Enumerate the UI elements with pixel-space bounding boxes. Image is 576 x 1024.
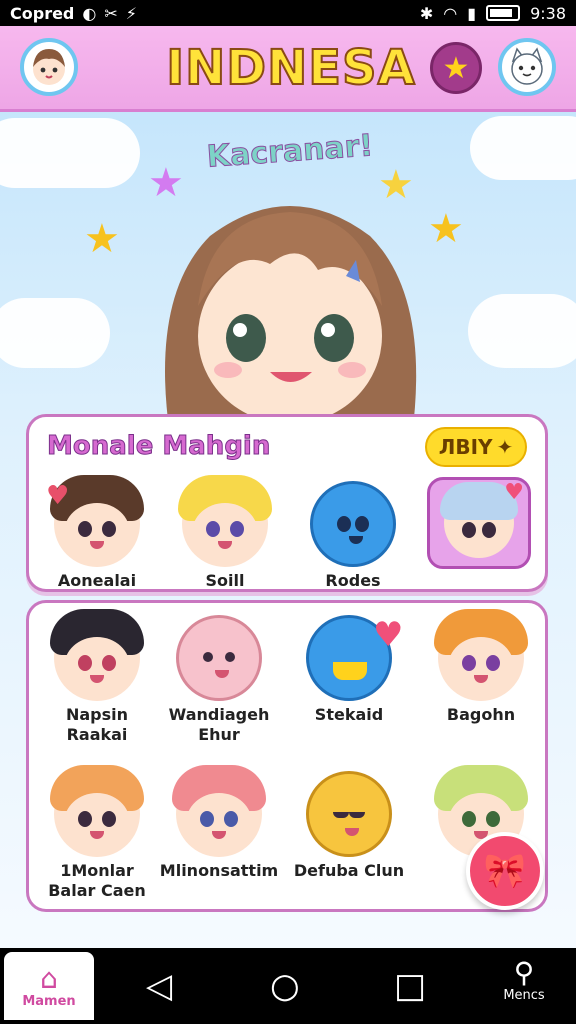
character-card[interactable]: Mlinonsattim <box>159 765 279 881</box>
character-card[interactable]: Soill <box>165 475 285 591</box>
character-card-selected[interactable]: ♥ <box>427 477 531 569</box>
hero-character-illustration <box>165 206 417 436</box>
featured-panel: Monale Mahgin ЛBIY ✦ ♥ Aonealai Soill Ro… <box>26 414 548 592</box>
cloud-decor <box>0 298 110 368</box>
character-card[interactable]: Rodes <box>293 481 413 591</box>
character-avatar <box>172 765 266 857</box>
notification-icon: ◐ <box>82 3 97 23</box>
character-avatar: ♥ <box>46 475 144 567</box>
mute-icon: ✂ <box>104 3 118 23</box>
carrier-label: Copred <box>10 3 75 23</box>
character-name: Wandiageh Ehur <box>168 705 270 744</box>
signal-icon: ▮ <box>467 3 477 23</box>
character-avatar <box>50 765 144 857</box>
character-avatar <box>178 475 272 567</box>
hero-greeting: Kacranar! <box>205 128 375 176</box>
character-name: Bagohn <box>446 705 516 724</box>
featured-title: Monale Mahgin <box>46 431 271 462</box>
star-decor-icon: ★ <box>428 206 464 252</box>
character-name: Soill <box>205 571 245 590</box>
app-screen: INDNESA ★ Kacranar! ★ ★ ★ ★ Monale Mahgi… <box>0 26 576 948</box>
character-avatar <box>434 609 528 701</box>
back-triangle-icon[interactable]: ◁ <box>146 966 172 1006</box>
star-decor-icon: ★ <box>84 216 120 262</box>
bluetooth-icon: ✱ <box>419 3 434 23</box>
menu-tab-label: Mencs <box>503 988 545 1003</box>
character-card[interactable]: Napsin Raakai <box>37 609 157 745</box>
clock: 9:38 <box>530 3 566 23</box>
circle-home-icon[interactable]: ○ <box>270 966 300 1006</box>
app-header: INDNESA ★ <box>0 26 576 112</box>
cloud-decor <box>470 116 576 180</box>
character-card[interactable]: 1Monlar Balar Caen <box>37 765 157 901</box>
home-tab-label: Mamen <box>22 993 76 1009</box>
status-bar: Copred ◐ ✂ ⚡ ✱ ◠ ▮ 9:38 <box>0 0 576 26</box>
character-card[interactable]: ♥ Stekaid <box>289 615 409 725</box>
play-button-label: ЛBIY <box>438 435 493 459</box>
heart-icon: ♥ <box>504 480 524 505</box>
sync-icon: ⚡ <box>125 3 137 23</box>
character-name: Aonealai <box>57 571 137 590</box>
girl-avatar-icon[interactable] <box>20 38 78 96</box>
character-name: Napsin Raakai <box>65 705 129 744</box>
sparkle-icon: ✦ <box>496 435 514 459</box>
character-name: Stekaid <box>314 705 384 724</box>
wifi-icon: ◠ <box>443 3 458 23</box>
cloud-decor <box>468 294 576 368</box>
house-icon: ⌂ <box>40 961 58 995</box>
character-name: 1Monlar Balar Caen <box>48 861 146 900</box>
character-avatar <box>310 481 396 567</box>
character-avatar <box>306 771 392 857</box>
menu-tab[interactable]: ⚲ Mencs <box>494 956 554 1004</box>
search-icon: ⚲ <box>513 956 535 989</box>
cat-avatar-icon[interactable] <box>498 38 556 96</box>
bow-icon[interactable]: 🎀 <box>466 832 544 910</box>
app-title: INDNESA <box>165 39 416 97</box>
heart-icon: ♥ <box>373 615 404 655</box>
square-recents-icon[interactable]: □ <box>394 966 426 1006</box>
system-nav-bar: ⌂ Mamen ◁ ○ □ ⚲ Mencs <box>0 948 576 1024</box>
character-avatar <box>176 615 262 701</box>
cloud-decor <box>0 118 140 188</box>
play-button[interactable]: ЛBIY ✦ <box>425 427 527 467</box>
character-name: Rodes <box>325 571 381 590</box>
character-avatar <box>50 609 144 701</box>
character-name: Mlinonsattim <box>159 861 279 880</box>
home-tab[interactable]: ⌂ Mamen <box>4 952 94 1020</box>
character-name: Defuba Clun <box>293 861 405 880</box>
star-icon[interactable]: ★ <box>430 42 482 94</box>
character-card[interactable]: Defuba Clun <box>289 771 409 881</box>
character-card[interactable]: Bagohn <box>421 609 541 725</box>
character-card[interactable]: Wandiageh Ehur <box>159 615 279 745</box>
character-card[interactable]: ♥ Aonealai <box>37 475 157 591</box>
battery-icon <box>486 5 521 21</box>
